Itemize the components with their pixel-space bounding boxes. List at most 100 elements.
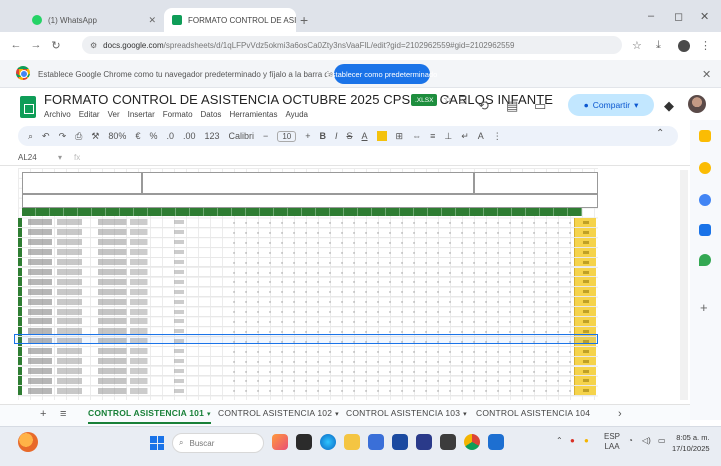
tab-whatsapp[interactable]: (1) WhatsApp ✕: [24, 8, 164, 32]
menu-datos[interactable]: Datos: [201, 110, 222, 119]
table-row[interactable]: [18, 356, 596, 367]
menu-ver[interactable]: Ver: [108, 110, 120, 119]
store-icon[interactable]: [368, 434, 384, 450]
cell-content[interactable]: [174, 230, 184, 235]
cell-content[interactable]: [224, 257, 574, 267]
cell-content[interactable]: [98, 348, 150, 355]
app-icon[interactable]: [416, 434, 432, 450]
cell-content[interactable]: [28, 387, 88, 394]
calendar-icon[interactable]: [699, 130, 711, 142]
document-title[interactable]: FORMATO CONTROL DE ASISTENCIA OCTUBRE 20…: [44, 92, 553, 107]
battery-icon[interactable]: ▭: [658, 436, 666, 445]
windows-start-icon[interactable]: [150, 436, 164, 450]
add-addon-icon[interactable]: +: [700, 300, 708, 315]
cell-content[interactable]: [174, 349, 184, 354]
total-cell[interactable]: [574, 257, 596, 267]
formula-input[interactable]: [80, 150, 690, 165]
total-cell[interactable]: [574, 317, 596, 326]
volume-icon[interactable]: ◁): [642, 436, 651, 445]
reload-icon[interactable]: ↻: [46, 39, 66, 52]
cell-content[interactable]: [98, 219, 150, 226]
add-sheet-button[interactable]: +: [40, 408, 46, 420]
total-cell[interactable]: [574, 376, 596, 386]
app-dark-icon[interactable]: [440, 434, 456, 450]
bold-button[interactable]: B: [319, 131, 326, 141]
cell-content[interactable]: [174, 299, 184, 304]
cell-content[interactable]: [28, 348, 88, 355]
cell-content[interactable]: [174, 388, 184, 393]
tray-cloud-icon[interactable]: ●: [584, 436, 589, 445]
cell-content[interactable]: [98, 259, 150, 266]
cell-content[interactable]: [98, 387, 150, 394]
table-row[interactable]: [18, 346, 596, 357]
tab-sheets[interactable]: FORMATO CONTROL DE ASIS ✕: [164, 8, 296, 32]
text-color-button[interactable]: A: [362, 131, 368, 141]
table-row[interactable]: [18, 376, 596, 387]
cell-content[interactable]: [98, 239, 150, 246]
menu-herramientas[interactable]: Herramientas: [229, 110, 277, 119]
set-default-button[interactable]: Establecer como predeterminado: [327, 64, 437, 84]
cell-content[interactable]: [224, 218, 574, 227]
table-row[interactable]: [18, 227, 596, 238]
zoom-select[interactable]: 80%: [108, 131, 126, 141]
cell-content[interactable]: [224, 376, 574, 386]
increase-decimal-button[interactable]: .00: [183, 131, 196, 141]
gemini-icon[interactable]: ◆: [664, 98, 674, 114]
comments-icon[interactable]: ▤: [506, 98, 518, 114]
cell-content[interactable]: [98, 278, 150, 285]
new-tab-button[interactable]: +: [300, 12, 308, 28]
language-indicator[interactable]: ESP LAA: [604, 432, 620, 452]
cell-content[interactable]: [224, 317, 574, 326]
close-tab-icon[interactable]: ✕: [148, 15, 156, 26]
total-cell[interactable]: [574, 227, 596, 237]
cell-content[interactable]: [98, 268, 150, 275]
cell-content[interactable]: [28, 229, 88, 236]
redo-icon[interactable]: ↷: [59, 131, 67, 142]
currency-format-button[interactable]: €: [135, 131, 140, 141]
total-cell[interactable]: [574, 356, 596, 366]
paint-format-icon[interactable]: ⚒: [91, 131, 99, 142]
cell-content[interactable]: [28, 377, 88, 384]
font-select[interactable]: Calibri: [229, 131, 255, 141]
italic-button[interactable]: I: [335, 131, 338, 141]
cell-content[interactable]: [224, 307, 574, 316]
all-sheets-button[interactable]: ≡: [60, 408, 66, 420]
fill-color-icon[interactable]: [376, 131, 387, 141]
cell-content[interactable]: [224, 227, 574, 237]
align-vertical-icon[interactable]: ⊥: [444, 131, 452, 142]
weather-icon[interactable]: [18, 432, 38, 452]
cell-content[interactable]: [98, 298, 150, 305]
cell-content[interactable]: [224, 346, 574, 356]
download-icon[interactable]: ⤓: [656, 39, 661, 52]
cell-content[interactable]: [224, 386, 574, 396]
cell-content[interactable]: [98, 288, 150, 295]
sheet-tab-103[interactable]: CONTROL ASISTENCIA 103 ▾: [346, 408, 467, 418]
cell-content[interactable]: [224, 297, 574, 307]
cell-content[interactable]: [28, 318, 88, 325]
meet-icon[interactable]: ▭: [534, 98, 546, 114]
borders-icon[interactable]: ⊞: [396, 131, 404, 142]
file-explorer-icon[interactable]: [344, 434, 360, 450]
table-row[interactable]: [18, 218, 596, 228]
taskbar-search[interactable]: ⌕ Buscar: [172, 433, 264, 453]
collapse-toolbar-icon[interactable]: ⌃: [656, 128, 664, 139]
cell-content[interactable]: [224, 287, 574, 297]
align-horizontal-icon[interactable]: ≡: [430, 131, 435, 141]
cell-content[interactable]: [174, 250, 184, 255]
cell-content[interactable]: [174, 289, 184, 294]
cell-content[interactable]: [174, 220, 184, 225]
text-rotation-icon[interactable]: A: [478, 131, 484, 141]
cell-content[interactable]: [98, 249, 150, 256]
bookmark-star-icon[interactable]: ☆: [632, 39, 642, 52]
back-icon[interactable]: ←: [6, 39, 26, 51]
sheet-tab-101[interactable]: CONTROL ASISTENCIA 101 ▾: [88, 408, 211, 424]
name-box[interactable]: AL24: [18, 153, 54, 162]
font-size-decrease-button[interactable]: −: [263, 131, 268, 141]
cell-content[interactable]: [174, 240, 184, 245]
edge-icon[interactable]: [320, 434, 336, 450]
sheet-tab-102[interactable]: CONTROL ASISTENCIA 102 ▾: [218, 408, 339, 418]
cell-content[interactable]: [28, 367, 88, 374]
total-cell[interactable]: [574, 237, 596, 247]
maps-icon[interactable]: [699, 254, 711, 266]
cell-content[interactable]: [174, 269, 184, 274]
